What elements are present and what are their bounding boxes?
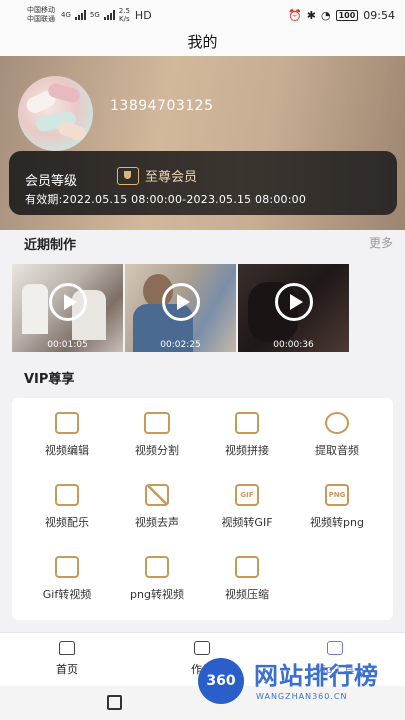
signal-group: 4G 5G — [61, 10, 115, 20]
tool-video-split[interactable]: 视频分割 — [112, 412, 202, 458]
video-merge-icon — [235, 412, 259, 434]
tool-label: 视频转GIF — [221, 516, 273, 529]
watermark-logo: 360 — [198, 658, 244, 704]
play-icon — [161, 282, 200, 321]
status-right: ⏰ ✱ ◔ 100 09:54 — [288, 9, 395, 22]
png-to-video-icon — [145, 556, 169, 578]
clock: 09:54 — [363, 8, 395, 22]
recent-apps-button[interactable] — [107, 695, 122, 710]
status-bar: 中国移动 中国联通 4G 5G 2.5 K/s HD ⏰ ✱ ◔ 100 09:… — [0, 0, 405, 30]
video-split-icon — [144, 412, 170, 434]
gif-to-video-icon — [55, 556, 79, 578]
signal-icon — [74, 10, 86, 20]
watermark-title: 网站排行榜 — [254, 662, 379, 690]
page-title: 我的 — [0, 30, 405, 56]
vip-badge: 至尊会员 — [117, 166, 197, 185]
tool-video-to-gif[interactable]: GIF 视频转GIF — [202, 484, 292, 530]
network-type-2: 5G — [89, 11, 100, 19]
watermark-subtitle: WANGZHAN360.CN — [256, 692, 348, 701]
speedometer-icon: ◔ — [320, 8, 331, 22]
alarm-icon: ⏰ — [288, 8, 302, 22]
png-icon: PNG — [325, 484, 349, 506]
recent-section-title: 近期制作 — [24, 238, 77, 253]
user-phone: 13894703125 — [110, 98, 214, 114]
carrier-1: 中国移动 — [27, 6, 55, 14]
tool-label: Gif转视频 — [42, 588, 92, 601]
carrier-info: 中国移动 中国联通 — [27, 6, 55, 24]
vip-section-title: VIP尊享 — [24, 372, 75, 387]
tool-label: 视频编辑 — [45, 444, 89, 457]
signal-icon-2 — [103, 10, 115, 20]
vip-card[interactable]: 会员等级 至尊会员 有效期:2022.05.15 08:00:00-2023.0… — [9, 151, 397, 215]
mute-icon — [145, 484, 169, 506]
speed-unit: K/s — [119, 15, 130, 23]
tool-label: 视频转png — [310, 516, 364, 529]
speed-value: 2.5 — [118, 7, 130, 15]
video-duration: 00:02:25 — [160, 340, 201, 350]
vip-level-name: 至尊会员 — [145, 170, 198, 185]
tool-label: png转视频 — [130, 588, 184, 601]
tool-compress[interactable]: 视频压缩 — [202, 556, 292, 602]
watermark: 360 网站排行榜 WANGZHAN360.CN — [196, 650, 401, 712]
play-icon — [274, 282, 313, 321]
carrier-2: 中国联通 — [27, 15, 55, 23]
tool-video-edit[interactable]: 视频编辑 — [22, 412, 112, 458]
tool-label: 视频去声 — [135, 516, 179, 529]
tool-label: 提取音频 — [315, 444, 359, 457]
avatar[interactable] — [18, 76, 93, 151]
gif-icon: GIF — [235, 484, 259, 506]
extract-audio-icon — [325, 412, 349, 434]
trophy-icon — [117, 166, 139, 185]
vip-level-label: 会员等级 — [25, 174, 78, 189]
video-thumb-3[interactable]: 00:00:36 — [238, 264, 349, 352]
battery-icon: 100 — [335, 9, 359, 21]
tool-extract-audio[interactable]: 提取音频 — [292, 412, 382, 458]
tool-gif-to-video[interactable]: Gif转视频 — [22, 556, 112, 602]
tool-label: 视频拼接 — [225, 444, 269, 457]
video-thumb-1[interactable]: 00:01:05 — [12, 264, 123, 352]
video-duration: 00:00:36 — [273, 340, 314, 350]
tab-home[interactable]: 首页 — [32, 641, 102, 677]
video-duration: 00:01:05 — [47, 340, 88, 350]
play-icon — [48, 282, 87, 321]
compress-icon — [235, 556, 259, 578]
tool-label: 视频压缩 — [225, 588, 269, 601]
tool-video-music[interactable]: 视频配乐 — [22, 484, 112, 530]
vip-validity: 有效期:2022.05.15 08:00:00-2023.05.15 08:00… — [25, 193, 307, 206]
home-icon — [59, 641, 75, 655]
video-thumb-2[interactable]: 00:02:25 — [125, 264, 236, 352]
tool-label: 视频配乐 — [45, 516, 89, 529]
tab-label: 首页 — [56, 663, 78, 676]
hd-indicator: HD — [134, 8, 152, 22]
tool-label: 视频分割 — [135, 444, 179, 457]
tool-png-to-video[interactable]: png转视频 — [112, 556, 202, 602]
video-edit-icon — [55, 412, 79, 434]
bluetooth-icon: ✱ — [306, 8, 316, 22]
tool-video-to-png[interactable]: PNG 视频转png — [292, 484, 382, 530]
video-music-icon — [55, 484, 79, 506]
more-link[interactable]: 更多 — [369, 234, 393, 251]
network-type-1: 4G — [61, 11, 71, 19]
tool-video-merge[interactable]: 视频拼接 — [202, 412, 292, 458]
profile-header: 13894703125 会员等级 至尊会员 有效期:2022.05.15 08:… — [0, 56, 405, 230]
tool-mute[interactable]: 视频去声 — [112, 484, 202, 530]
vip-tools-grid: 视频编辑 视频分割 视频拼接 提取音频 视频配乐 视频去声 GIF 视频转GIF… — [12, 398, 393, 620]
network-speed: 2.5 K/s — [119, 7, 130, 23]
